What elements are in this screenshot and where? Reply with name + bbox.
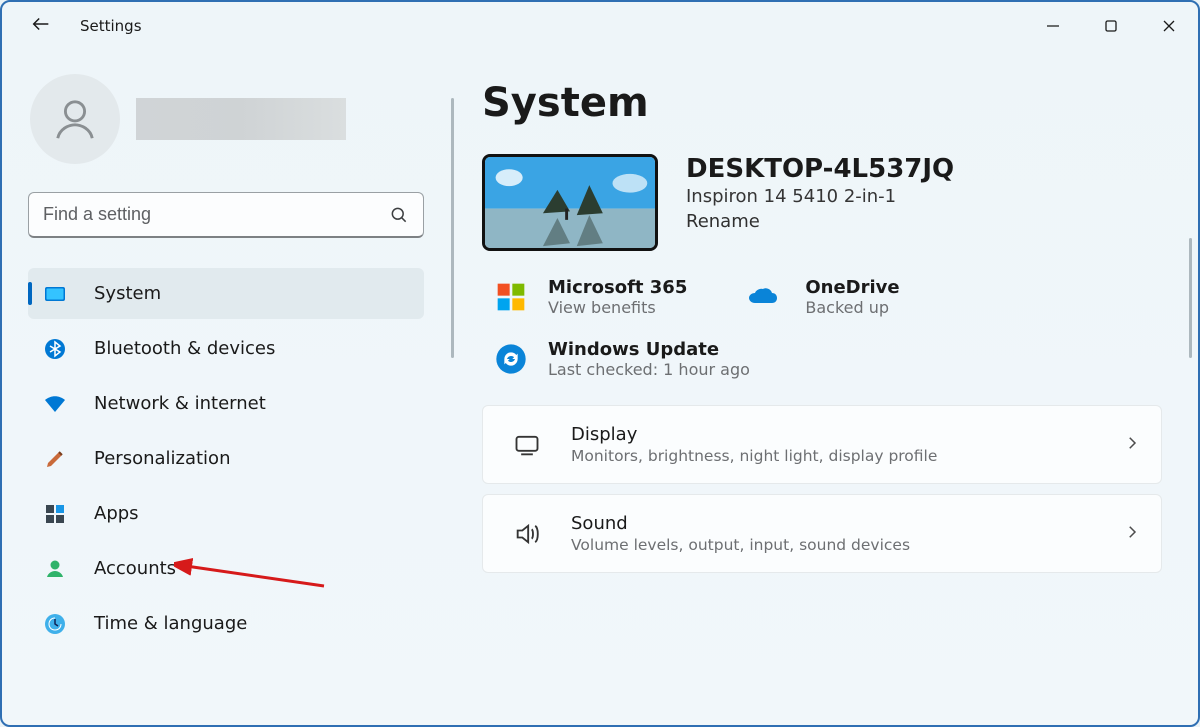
maximize-button[interactable] <box>1082 6 1140 46</box>
profile-header[interactable] <box>30 74 431 164</box>
chevron-right-icon <box>1123 523 1141 545</box>
status-subtitle: Backed up <box>805 298 899 317</box>
sidebar-item-time-language[interactable]: Time & language <box>28 598 424 649</box>
sidebar-item-label: Network & internet <box>94 393 266 414</box>
sidebar-item-label: Bluetooth & devices <box>94 338 275 359</box>
rename-link[interactable]: Rename <box>686 211 954 232</box>
sidebar-item-accounts[interactable]: Accounts <box>28 543 424 594</box>
sound-icon <box>511 520 543 548</box>
minimize-button[interactable] <box>1024 6 1082 46</box>
status-onedrive[interactable]: OneDrive Backed up <box>741 277 899 317</box>
card-subtitle: Volume levels, output, input, sound devi… <box>571 536 1095 554</box>
clock-icon <box>42 611 68 637</box>
sidebar-item-bluetooth[interactable]: Bluetooth & devices <box>28 323 424 374</box>
wifi-icon <box>42 391 68 417</box>
status-windows-update[interactable]: Windows Update Last checked: 1 hour ago <box>494 339 750 379</box>
minimize-icon <box>1046 19 1060 33</box>
profile-name <box>136 98 346 140</box>
apps-icon <box>42 501 68 527</box>
close-button[interactable] <box>1140 6 1198 46</box>
chevron-right-icon <box>1123 434 1141 456</box>
device-info: DESKTOP-4L537JQ Inspiron 14 5410 2-in-1 … <box>686 154 954 232</box>
window-title: Settings <box>80 17 142 35</box>
titlebar: Settings <box>2 2 1198 50</box>
sidebar-item-network[interactable]: Network & internet <box>28 378 424 429</box>
sidebar-item-label: System <box>94 283 161 304</box>
maximize-icon <box>1104 19 1118 33</box>
sidebar-item-label: Time & language <box>94 613 247 634</box>
card-subtitle: Monitors, brightness, night light, displ… <box>571 447 1095 465</box>
status-title: Windows Update <box>548 339 750 360</box>
accounts-icon <box>42 556 68 582</box>
status-title: Microsoft 365 <box>548 277 687 298</box>
device-name: DESKTOP-4L537JQ <box>686 154 954 184</box>
person-icon <box>52 96 98 142</box>
nav: System Bluetooth & devices Network & int… <box>28 268 424 649</box>
microsoft-365-icon <box>494 280 528 314</box>
avatar <box>30 74 120 164</box>
status-subtitle: View benefits <box>548 298 687 317</box>
search-input[interactable] <box>43 204 389 225</box>
search-icon <box>389 205 409 225</box>
page-title: System <box>482 80 1162 126</box>
display-icon <box>511 431 543 459</box>
sidebar-item-label: Accounts <box>94 558 176 579</box>
main-content: System DESKTOP-4 <box>454 50 1198 725</box>
card-title: Sound <box>571 513 1095 534</box>
sidebar-item-personalization[interactable]: Personalization <box>28 433 424 484</box>
status-subtitle: Last checked: 1 hour ago <box>548 360 750 379</box>
window-controls <box>1024 6 1198 46</box>
back-button[interactable] <box>30 13 58 39</box>
sidebar-item-system[interactable]: System <box>28 268 424 319</box>
windows-update-icon <box>494 342 528 376</box>
search-box[interactable] <box>28 192 424 238</box>
desktop-wallpaper-preview[interactable] <box>482 154 658 251</box>
close-icon <box>1162 19 1176 33</box>
card-title: Display <box>571 424 1095 445</box>
card-display[interactable]: Display Monitors, brightness, night ligh… <box>482 405 1162 484</box>
card-sound[interactable]: Sound Volume levels, output, input, soun… <box>482 494 1162 573</box>
sidebar-item-apps[interactable]: Apps <box>28 488 424 539</box>
status-row-2: Windows Update Last checked: 1 hour ago <box>482 339 1162 379</box>
sidebar-item-label: Apps <box>94 503 139 524</box>
content-scrollbar[interactable] <box>1189 238 1192 358</box>
settings-window: Settings <box>0 0 1200 727</box>
status-row: Microsoft 365 View benefits OneDrive Bac… <box>482 277 1162 317</box>
sidebar-item-label: Personalization <box>94 448 230 469</box>
paintbrush-icon <box>42 446 68 472</box>
arrow-left-icon <box>30 13 52 35</box>
bluetooth-icon <box>42 336 68 362</box>
wallpaper-icon <box>485 157 655 248</box>
device-model: Inspiron 14 5410 2-in-1 <box>686 186 954 207</box>
system-icon <box>42 281 68 307</box>
status-m365[interactable]: Microsoft 365 View benefits <box>494 277 687 317</box>
status-title: OneDrive <box>805 277 899 298</box>
sidebar: System Bluetooth & devices Network & int… <box>2 50 451 725</box>
device-header: DESKTOP-4L537JQ Inspiron 14 5410 2-in-1 … <box>482 154 1162 251</box>
onedrive-icon <box>741 280 785 314</box>
